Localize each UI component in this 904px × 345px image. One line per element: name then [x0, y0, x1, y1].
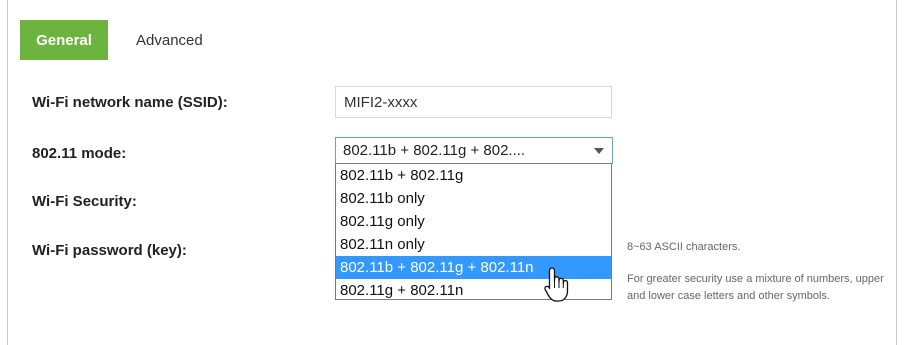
- security-label: Wi-Fi Security:: [32, 193, 137, 210]
- tab-general[interactable]: General: [20, 20, 108, 60]
- mode-option[interactable]: 802.11g only: [336, 210, 611, 233]
- ssid-input[interactable]: [335, 86, 612, 118]
- password-label: Wi-Fi password (key):: [32, 242, 187, 259]
- chevron-down-icon: [594, 148, 604, 154]
- password-length-hint: 8~63 ASCII characters.: [627, 241, 741, 253]
- mode-option[interactable]: 802.11b only: [336, 187, 611, 210]
- hand-pointer-icon: [544, 267, 569, 302]
- tab-advanced[interactable]: Advanced: [126, 20, 213, 60]
- ssid-label: Wi-Fi network name (SSID):: [32, 94, 228, 111]
- mode-label: 802.11 mode:: [32, 145, 127, 162]
- mode-option[interactable]: 802.11b + 802.11g: [336, 164, 611, 187]
- mode-option[interactable]: 802.11n only: [336, 233, 611, 256]
- password-security-tip: For greater security use a mixture of nu…: [627, 273, 884, 302]
- mode-select[interactable]: 802.11b + 802.11g + 802....: [335, 137, 613, 164]
- mode-select-value: 802.11b + 802.11g + 802....: [343, 142, 526, 159]
